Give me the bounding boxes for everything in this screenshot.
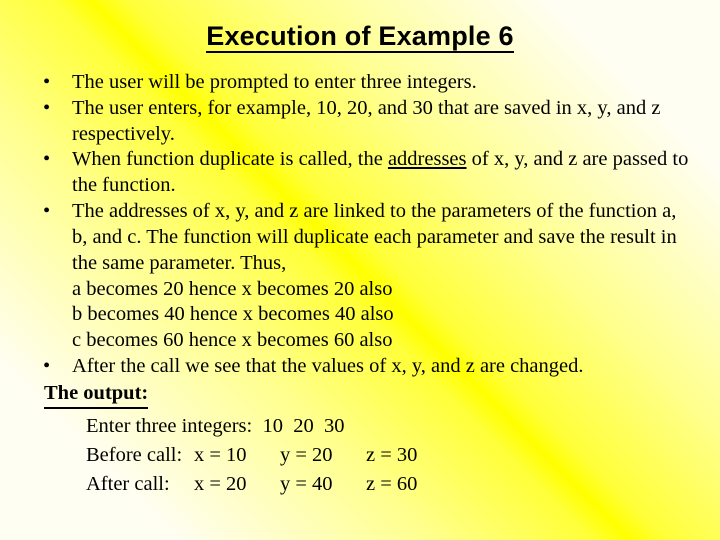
bullet-text-5: After the call we see that the values of… [72,355,584,378]
slide-body: • The user will be prompted to enter thr… [36,70,696,499]
trace-line-c: c becomes 60 hence x becomes 60 also [72,329,393,352]
output-value-after-y: y = 40 [280,472,333,495]
slide-canvas: Execution of Example 6 • The user will b… [0,0,720,540]
bullet-glyph-icon: • [43,96,51,119]
page-title: Execution of Example 6 [0,22,720,54]
bullet-glyph-icon: • [43,200,51,223]
output-line-before-call: Before call: x = 10 y = 20 z = 30 [86,441,696,470]
bullet-text-3-pre: When function duplicate is called, the [72,148,388,171]
output-value-before-y: y = 20 [280,443,333,466]
output-value-after-x: x = 20 [194,472,247,495]
bullet-text-2: The user enters, for example, 10, 20, an… [72,96,661,145]
output-value-after-z: z = 60 [366,472,418,495]
page-title-text: Execution of Example 6 [206,22,514,54]
bullet-glyph-icon: • [43,71,51,93]
bullet-text-3-emphasis: addresses [387,148,467,171]
bullet-item-5: • After the call we see that the values … [36,354,696,380]
bullet-item-2: • The user enters, for example, 10, 20, … [36,96,696,148]
bullet-item-1: • The user will be prompted to enter thr… [36,70,696,96]
bullet-item-3: • When function duplicate is called, the… [36,147,696,199]
output-value-before-x: x = 10 [194,443,247,466]
trace-line-a: a becomes 20 hence x becomes 20 also [72,277,393,300]
output-label-before: Before call: [86,443,183,466]
bullet-glyph-icon: • [43,148,51,171]
bullet-text-1: The user will be prompted to enter three… [72,71,477,93]
output-value-before-z: z = 30 [366,443,418,466]
trace-line-b: b becomes 40 hence x becomes 40 also [72,303,394,326]
bullet-text-3: When function duplicate is called, the a… [72,147,696,199]
bullet-text-4: The addresses of x, y, and z are linked … [72,200,677,274]
output-block: Enter three integers: 10 20 30 Before ca… [36,412,696,499]
bullet-item-4: • The addresses of x, y, and z are linke… [36,199,696,276]
bullet-glyph-icon: • [43,355,51,378]
output-line-prompt: Enter three integers: 10 20 30 [86,414,345,437]
output-heading-text: The output: [44,381,149,409]
output-line-after-call: After call: x = 20 y = 40 z = 60 [86,470,696,499]
output-label-after: After call: [86,472,170,495]
output-heading: The output: [36,381,696,409]
